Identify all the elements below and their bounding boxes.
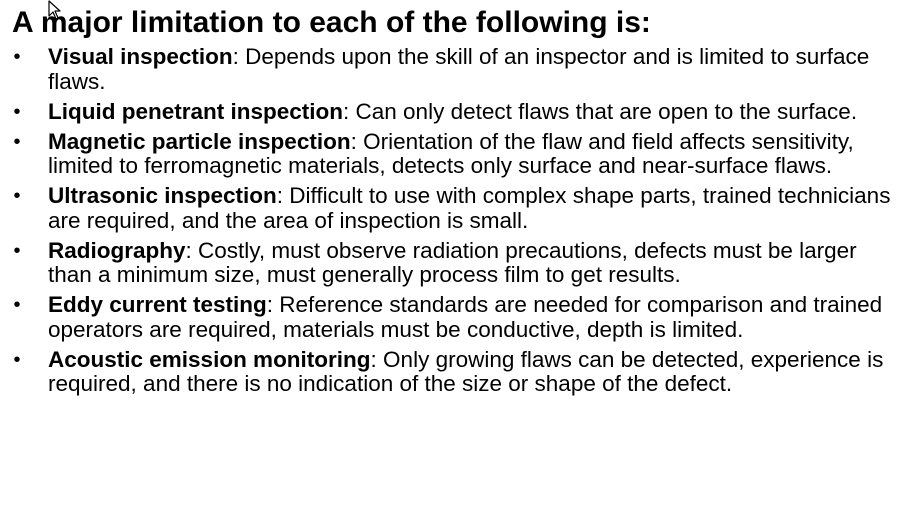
- bullet-term: Ultrasonic inspection: [48, 183, 277, 208]
- bullet-item-radiography: • Radiography: Costly, must observe radi…: [0, 237, 911, 288]
- bullet-term: Visual inspection: [48, 44, 233, 69]
- bullet-icon: •: [13, 130, 21, 153]
- slide: A major limitation to each of the follow…: [0, 0, 911, 517]
- bullet-item-magnetic-particle: • Magnetic particle inspection: Orientat…: [0, 128, 911, 179]
- bullet-list: • Visual inspection: Depends upon the sk…: [0, 44, 911, 402]
- bullet-icon: •: [13, 294, 21, 316]
- bullet-icon: •: [13, 185, 21, 207]
- bullet-term: Acoustic emission monitoring: [48, 346, 371, 372]
- bullet-text: : Can only detect flaws that are open to…: [343, 98, 858, 124]
- bullet-term: Eddy current testing: [48, 292, 267, 317]
- bullet-item-acoustic-emission: • Acoustic emission monitoring: Only gro…: [0, 346, 911, 397]
- bullet-term: Magnetic particle inspection: [48, 128, 351, 154]
- bullet-icon: •: [13, 100, 21, 123]
- bullet-term: Radiography: [48, 237, 186, 263]
- bullet-item-visual-inspection: • Visual inspection: Depends upon the sk…: [0, 44, 911, 94]
- bullet-icon: •: [13, 46, 21, 68]
- bullet-item-eddy-current: • Eddy current testing: Reference standa…: [0, 292, 911, 342]
- bullet-item-ultrasonic: • Ultrasonic inspection: Difficult to us…: [0, 183, 911, 233]
- bullet-term: Liquid penetrant inspection: [48, 98, 344, 124]
- mouse-pointer-icon: [48, 0, 61, 20]
- bullet-icon: •: [13, 348, 21, 371]
- slide-title: A major limitation to each of the follow…: [12, 6, 651, 39]
- bullet-icon: •: [13, 239, 21, 262]
- bullet-item-liquid-penetrant: • Liquid penetrant inspection: Can only …: [0, 98, 911, 125]
